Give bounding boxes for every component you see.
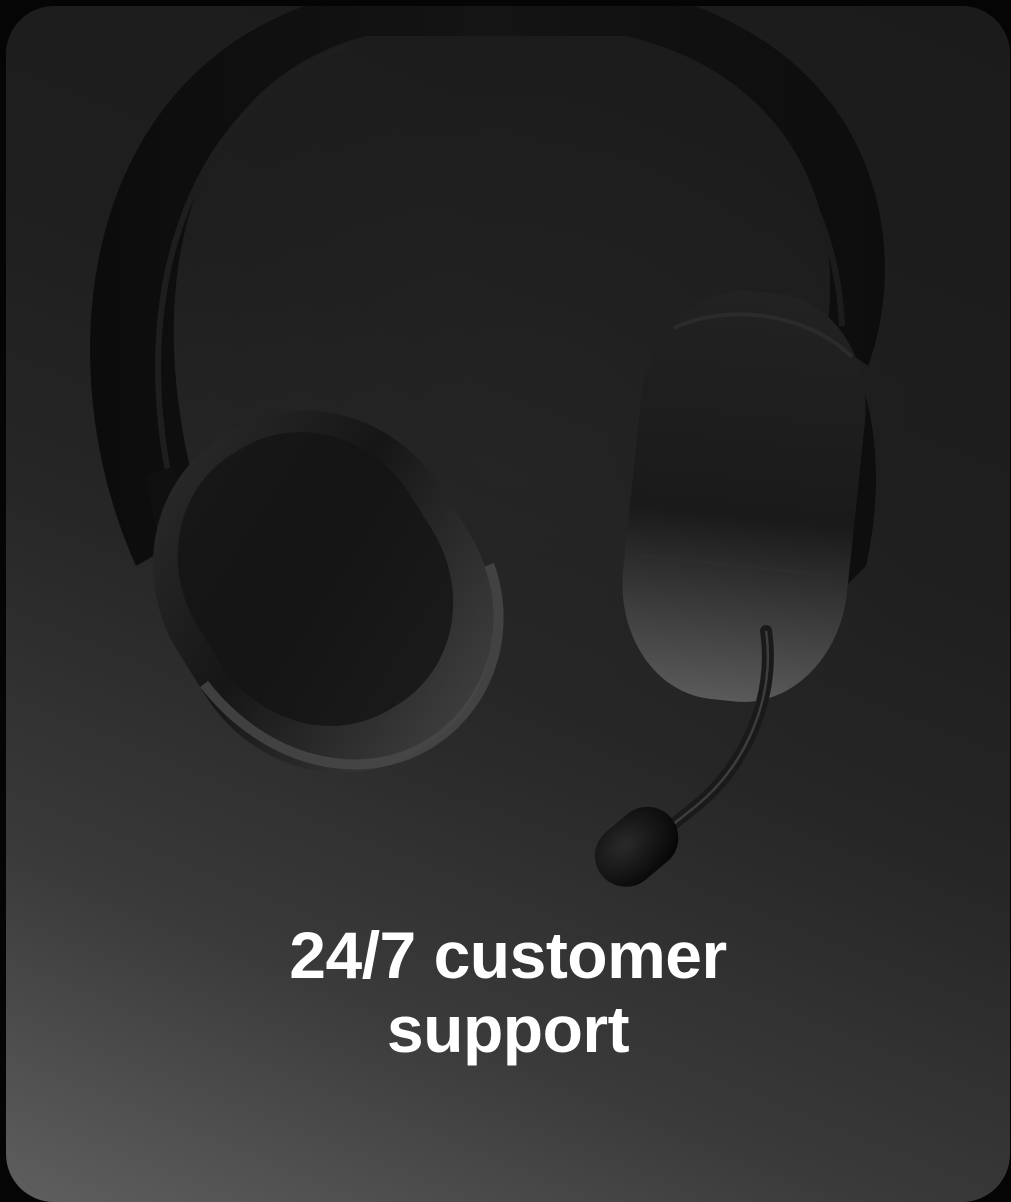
headset-icon [90, 6, 885, 887]
caption-line-2: support [386, 992, 630, 1066]
support-feature-card: 24/7 customer support [6, 6, 1010, 1202]
card-caption: 24/7 customer support [6, 918, 1010, 1066]
caption-line-1: 24/7 customer [289, 918, 727, 992]
